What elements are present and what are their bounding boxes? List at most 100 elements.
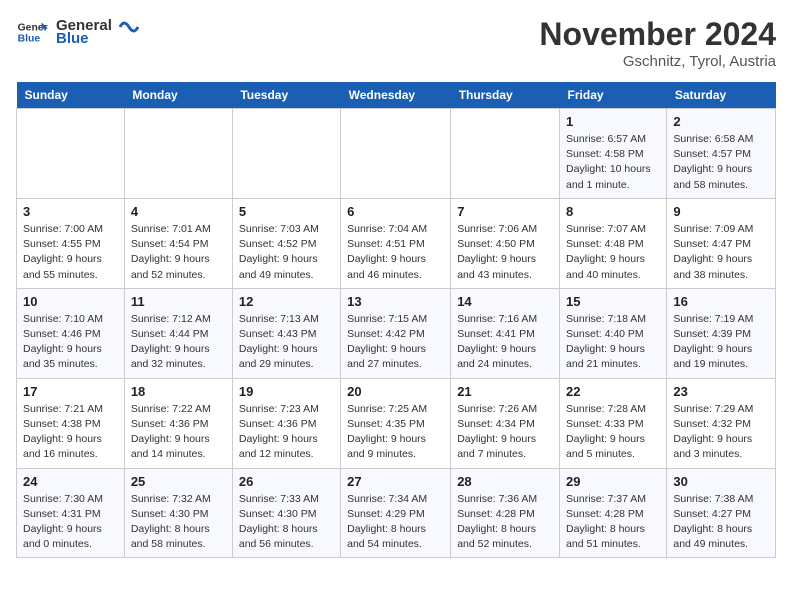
day-info: Sunrise: 7:21 AM Sunset: 4:38 PM Dayligh…	[23, 402, 118, 463]
weekday-header-saturday: Saturday	[667, 82, 776, 109]
calendar-day-cell: 25Sunrise: 7:32 AM Sunset: 4:30 PM Dayli…	[124, 468, 232, 558]
day-info: Sunrise: 7:33 AM Sunset: 4:30 PM Dayligh…	[239, 492, 334, 553]
day-info: Sunrise: 7:19 AM Sunset: 4:39 PM Dayligh…	[673, 312, 769, 373]
calendar-day-cell: 5 Sunrise: 7:03 AM Sunset: 4:52 PM Daylig…	[232, 198, 340, 288]
calendar-day-cell: 20 Sunrise: 7:25 AM Sunset: 4:35 PM Dayli…	[341, 378, 451, 468]
day-info: Sunrise: 7:00 AM Sunset: 4:55 PM Dayligh…	[23, 222, 118, 283]
title-section: November 2024 Gschnitz, Tyrol, Austria	[539, 16, 776, 70]
calendar-day-cell: 7 Sunrise: 7:06 AM Sunset: 4:50 PM Daylig…	[451, 198, 560, 288]
calendar-day-cell: 29 Sunrise: 7:37 AM Sunset: 4:28 PM Dayli…	[560, 468, 667, 558]
calendar-day-cell: 17 Sunrise: 7:21 AM Sunset: 4:38 PM Dayli…	[17, 378, 125, 468]
calendar-day-cell: 11 Sunrise: 7:12 AM Sunset: 4:44 PM Dayli…	[124, 288, 232, 378]
calendar-day-cell: 16 Sunrise: 7:19 AM Sunset: 4:39 PM Dayli…	[667, 288, 776, 378]
calendar-day-cell: 18 Sunrise: 7:22 AM Sunset: 4:36 PM Dayli…	[124, 378, 232, 468]
day-info: Sunrise: 7:13 AM Sunset: 4:43 PM Dayligh…	[239, 312, 334, 373]
day-info: Sunrise: 7:23 AM Sunset: 4:36 PM Dayligh…	[239, 402, 334, 463]
day-info: Sunrise: 7:03 AM Sunset: 4:52 PM Dayligh…	[239, 222, 334, 283]
calendar-day-cell: 13 Sunrise: 7:15 AM Sunset: 4:42 PM Dayli…	[341, 288, 451, 378]
day-number: 24	[23, 474, 118, 489]
day-info: Sunrise: 7:01 AM Sunset: 4:54 PM Dayligh…	[131, 222, 226, 283]
day-info: Sunrise: 7:22 AM Sunset: 4:36 PM Dayligh…	[131, 402, 226, 463]
calendar-header: SundayMondayTuesdayWednesdayThursdayFrid…	[17, 82, 776, 109]
day-number: 29	[566, 474, 660, 489]
calendar-day-cell: 8 Sunrise: 7:07 AM Sunset: 4:48 PM Daylig…	[560, 198, 667, 288]
calendar-day-cell	[124, 109, 232, 199]
day-number: 18	[131, 384, 226, 399]
day-number: 10	[23, 294, 118, 309]
calendar-day-cell: 26Sunrise: 7:33 AM Sunset: 4:30 PM Dayli…	[232, 468, 340, 558]
calendar-day-cell: 19 Sunrise: 7:23 AM Sunset: 4:36 PM Dayli…	[232, 378, 340, 468]
day-info: Sunrise: 7:34 AM Sunset: 4:29 PM Dayligh…	[347, 492, 444, 553]
day-number: 30	[673, 474, 769, 489]
calendar-day-cell: 4 Sunrise: 7:01 AM Sunset: 4:54 PM Daylig…	[124, 198, 232, 288]
day-info: Sunrise: 7:12 AM Sunset: 4:44 PM Dayligh…	[131, 312, 226, 373]
weekday-header-sunday: Sunday	[17, 82, 125, 109]
calendar-day-cell: 12 Sunrise: 7:13 AM Sunset: 4:43 PM Dayli…	[232, 288, 340, 378]
day-number: 13	[347, 294, 444, 309]
day-number: 11	[131, 294, 226, 309]
day-number: 1	[566, 114, 660, 129]
day-info: Sunrise: 6:57 AM Sunset: 4:58 PM Dayligh…	[566, 132, 660, 193]
calendar-day-cell	[341, 109, 451, 199]
day-info: Sunrise: 7:09 AM Sunset: 4:47 PM Dayligh…	[673, 222, 769, 283]
svg-text:Blue: Blue	[18, 34, 41, 45]
calendar-day-cell: 27 Sunrise: 7:34 AM Sunset: 4:29 PM Dayli…	[341, 468, 451, 558]
calendar-day-cell: 22 Sunrise: 7:28 AM Sunset: 4:33 PM Dayli…	[560, 378, 667, 468]
day-number: 16	[673, 294, 769, 309]
calendar-week-row: 24 Sunrise: 7:30 AM Sunset: 4:31 PM Dayli…	[17, 468, 776, 558]
calendar-day-cell: 15Sunrise: 7:18 AM Sunset: 4:40 PM Dayli…	[560, 288, 667, 378]
calendar-day-cell	[451, 109, 560, 199]
calendar-day-cell: 30 Sunrise: 7:38 AM Sunset: 4:27 PM Dayli…	[667, 468, 776, 558]
day-number: 8	[566, 204, 660, 219]
day-info: Sunrise: 7:25 AM Sunset: 4:35 PM Dayligh…	[347, 402, 444, 463]
day-number: 20	[347, 384, 444, 399]
day-info: Sunrise: 7:04 AM Sunset: 4:51 PM Dayligh…	[347, 222, 444, 283]
day-info: Sunrise: 7:28 AM Sunset: 4:33 PM Dayligh…	[566, 402, 660, 463]
calendar-day-cell: 2Sunrise: 6:58 AM Sunset: 4:57 PM Daylig…	[667, 109, 776, 199]
day-number: 4	[131, 204, 226, 219]
calendar-week-row: 3 Sunrise: 7:00 AM Sunset: 4:55 PM Daylig…	[17, 198, 776, 288]
day-number: 22	[566, 384, 660, 399]
logo-icon: General Blue	[16, 16, 48, 48]
day-number: 5	[239, 204, 334, 219]
calendar-day-cell: 3 Sunrise: 7:00 AM Sunset: 4:55 PM Daylig…	[17, 198, 125, 288]
day-info: Sunrise: 7:06 AM Sunset: 4:50 PM Dayligh…	[457, 222, 553, 283]
day-info: Sunrise: 7:29 AM Sunset: 4:32 PM Dayligh…	[673, 402, 769, 463]
day-info: Sunrise: 7:37 AM Sunset: 4:28 PM Dayligh…	[566, 492, 660, 553]
calendar-day-cell: 6 Sunrise: 7:04 AM Sunset: 4:51 PM Daylig…	[341, 198, 451, 288]
day-number: 23	[673, 384, 769, 399]
day-number: 7	[457, 204, 553, 219]
day-number: 17	[23, 384, 118, 399]
calendar-day-cell: 21Sunrise: 7:26 AM Sunset: 4:34 PM Dayli…	[451, 378, 560, 468]
day-info: Sunrise: 7:38 AM Sunset: 4:27 PM Dayligh…	[673, 492, 769, 553]
day-number: 12	[239, 294, 334, 309]
calendar-day-cell: 14 Sunrise: 7:16 AM Sunset: 4:41 PM Dayli…	[451, 288, 560, 378]
day-info: Sunrise: 7:18 AM Sunset: 4:40 PM Dayligh…	[566, 312, 660, 373]
day-info: Sunrise: 7:15 AM Sunset: 4:42 PM Dayligh…	[347, 312, 444, 373]
day-number: 14	[457, 294, 553, 309]
calendar-week-row: 1 Sunrise: 6:57 AM Sunset: 4:58 PM Daylig…	[17, 109, 776, 199]
day-number: 3	[23, 204, 118, 219]
weekday-header-monday: Monday	[124, 82, 232, 109]
calendar-day-cell: 1 Sunrise: 6:57 AM Sunset: 4:58 PM Daylig…	[560, 109, 667, 199]
calendar-table: SundayMondayTuesdayWednesdayThursdayFrid…	[16, 82, 776, 558]
day-number: 19	[239, 384, 334, 399]
day-info: Sunrise: 7:30 AM Sunset: 4:31 PM Dayligh…	[23, 492, 118, 553]
weekday-header-wednesday: Wednesday	[341, 82, 451, 109]
day-number: 25	[131, 474, 226, 489]
location-subtitle: Gschnitz, Tyrol, Austria	[539, 53, 776, 70]
calendar-week-row: 10Sunrise: 7:10 AM Sunset: 4:46 PM Dayli…	[17, 288, 776, 378]
logo-wave-icon	[118, 17, 140, 37]
weekday-header-tuesday: Tuesday	[232, 82, 340, 109]
day-number: 27	[347, 474, 444, 489]
month-title: November 2024	[539, 16, 776, 53]
day-number: 6	[347, 204, 444, 219]
day-info: Sunrise: 7:07 AM Sunset: 4:48 PM Dayligh…	[566, 222, 660, 283]
day-info: Sunrise: 6:58 AM Sunset: 4:57 PM Dayligh…	[673, 132, 769, 193]
day-info: Sunrise: 7:36 AM Sunset: 4:28 PM Dayligh…	[457, 492, 553, 553]
day-info: Sunrise: 7:16 AM Sunset: 4:41 PM Dayligh…	[457, 312, 553, 373]
day-number: 28	[457, 474, 553, 489]
day-info: Sunrise: 7:26 AM Sunset: 4:34 PM Dayligh…	[457, 402, 553, 463]
header: General Blue General Blue November 2024 …	[16, 16, 776, 70]
calendar-day-cell: 23 Sunrise: 7:29 AM Sunset: 4:32 PM Dayli…	[667, 378, 776, 468]
